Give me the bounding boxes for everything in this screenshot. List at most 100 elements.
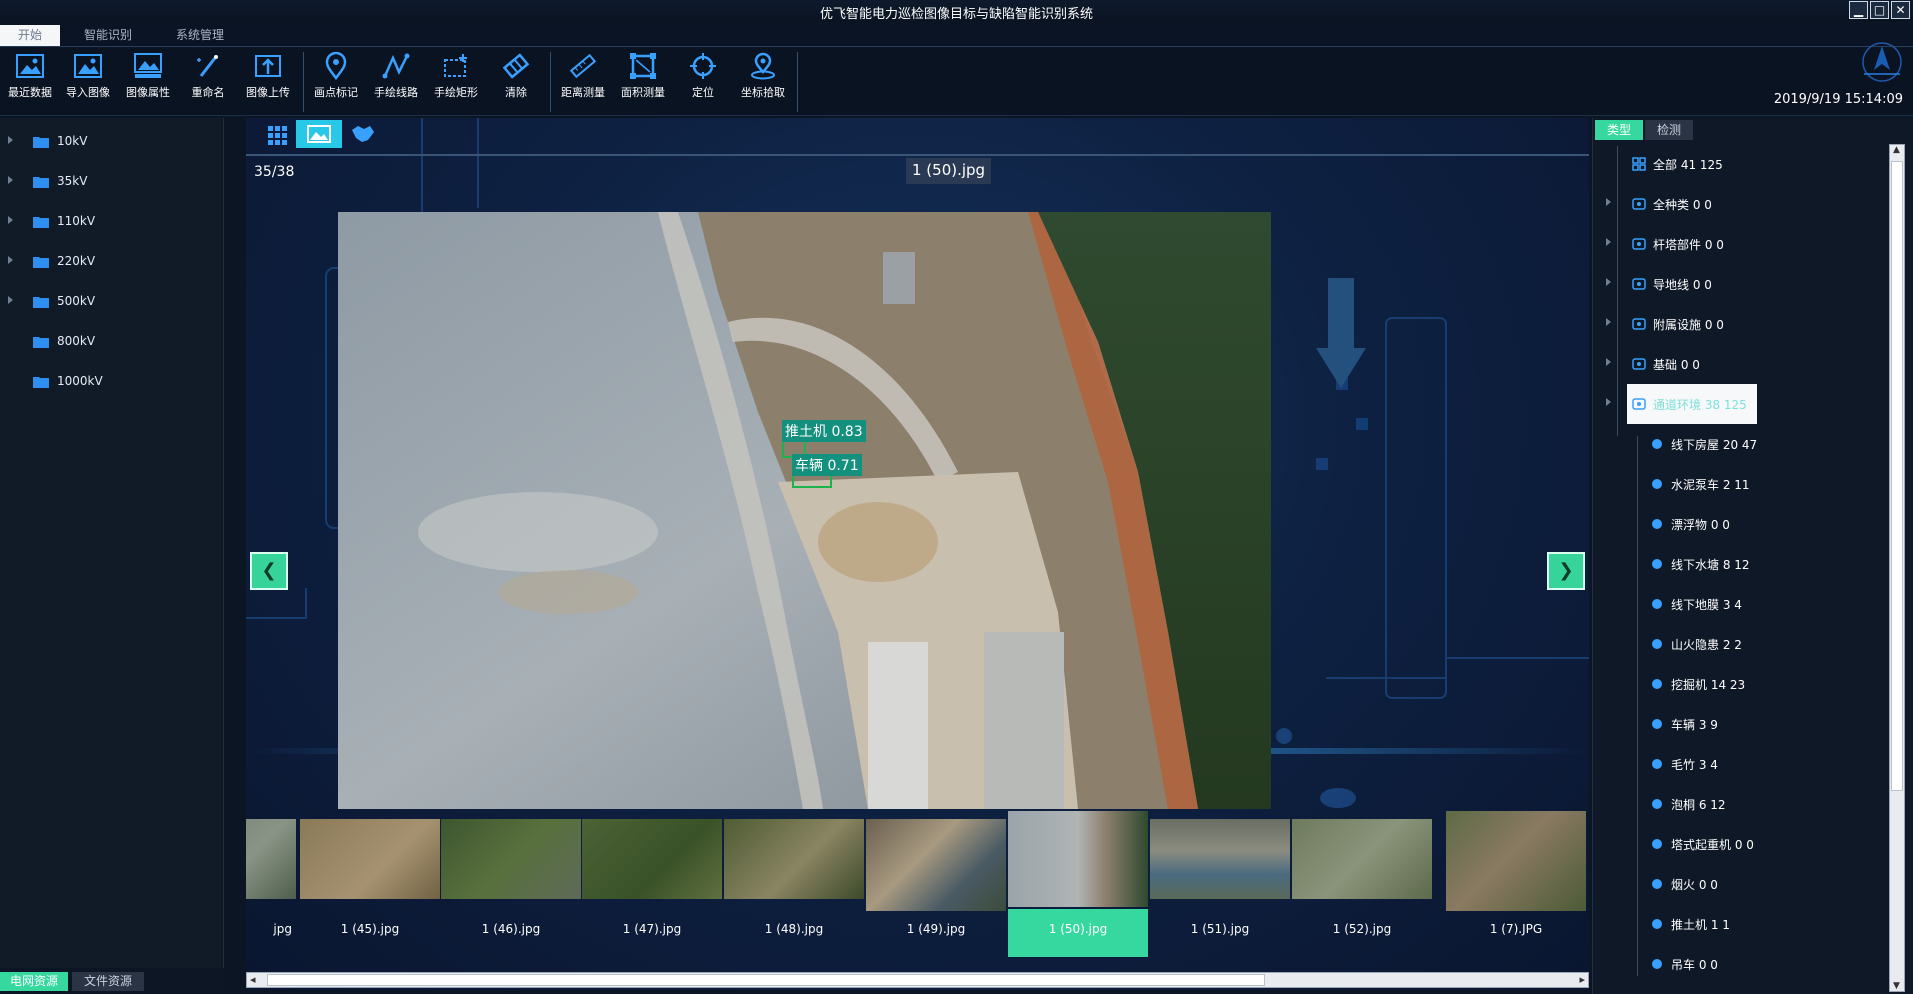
thumbnail[interactable]: 1 (47).jpg — [582, 811, 722, 957]
expand-arrow-icon[interactable] — [1606, 198, 1611, 206]
thumbnail[interactable]: 1 (52).jpg — [1292, 811, 1432, 957]
expand-arrow-icon[interactable] — [8, 256, 13, 264]
car-icon — [1652, 719, 1662, 729]
draw-line-button[interactable]: 手绘线路 — [366, 50, 426, 106]
expand-arrow-icon[interactable] — [1606, 358, 1611, 366]
category-item[interactable]: 导地线 0 0 — [1627, 270, 1712, 310]
upload-icon — [255, 55, 281, 77]
category-item[interactable]: 塔式起重机 0 0 — [1645, 830, 1754, 870]
menu-tab-smart-recognition[interactable]: 智能识别 — [72, 25, 144, 46]
category-item[interactable]: 杆塔部件 0 0 — [1627, 230, 1724, 270]
tab-detection[interactable]: 检测 — [1645, 120, 1693, 140]
category-item[interactable]: 毛竹 3 4 — [1645, 750, 1718, 790]
thumbnail[interactable]: jpg — [246, 811, 296, 957]
minimize-button[interactable]: ▁ — [1849, 1, 1868, 19]
image-properties-button[interactable]: 图像属性 — [118, 50, 178, 106]
tab-grid-resources[interactable]: 电网资源 — [0, 972, 68, 991]
tree-item-1000kv[interactable]: 1000kV — [0, 370, 224, 394]
main-image[interactable]: 推土机 0.83 车辆 0.71 — [338, 212, 1271, 809]
category-item[interactable]: 全部 41 125 — [1627, 150, 1723, 190]
prev-image-button[interactable]: ❮ — [250, 552, 288, 590]
recent-data-button[interactable]: 最近数据 — [0, 50, 60, 106]
category-item[interactable]: 山火隐患 2 2 — [1645, 630, 1742, 670]
thumbnail-selected[interactable]: 1 (50).jpg — [1008, 811, 1148, 957]
category-item[interactable]: 线下水塘 8 12 — [1645, 550, 1750, 590]
vertical-scrollbar[interactable]: ▲ ▼ — [1889, 144, 1905, 992]
tree-item-110kv[interactable]: 110kV — [0, 210, 224, 234]
coordinate-pick-button[interactable]: 坐标拾取 — [733, 50, 793, 106]
close-button[interactable]: ✕ — [1891, 1, 1910, 19]
thumbnail[interactable]: 1 (48).jpg — [724, 811, 864, 957]
category-item[interactable]: 漂浮物 0 0 — [1645, 510, 1730, 550]
tree-item-label: 800kV — [57, 334, 96, 348]
clear-button[interactable]: 清除 — [486, 50, 546, 106]
draw-rect-button[interactable]: 手绘矩形 — [426, 50, 486, 106]
category-item[interactable]: 吊车 0 0 — [1645, 950, 1718, 990]
expand-arrow-icon[interactable] — [8, 176, 13, 184]
thumbnail[interactable]: 1 (45).jpg — [300, 811, 440, 957]
category-label: 漂浮物 0 0 — [1671, 518, 1730, 532]
category-item[interactable]: 泡桐 6 12 — [1645, 790, 1726, 830]
app-window: 优飞智能电力巡检图像目标与缺陷智能识别系统 ▁ □ ✕ 开始 智能识别 系统管理… — [0, 0, 1913, 994]
recent-data-icon — [16, 54, 44, 78]
category-item[interactable]: 全种类 0 0 — [1627, 190, 1712, 230]
category-item[interactable]: 通道环境 38 125 — [1627, 384, 1757, 424]
image-view-button[interactable] — [296, 120, 342, 148]
category-item[interactable]: 挖掘机 14 23 — [1645, 670, 1745, 710]
image-properties-icon — [134, 53, 162, 78]
expand-arrow-icon[interactable] — [8, 296, 13, 304]
tab-type[interactable]: 类型 — [1595, 120, 1643, 140]
tree-item-10kv[interactable]: 10kV — [0, 130, 224, 154]
category-label: 推土机 1 1 — [1671, 918, 1730, 932]
scrollbar-thumb[interactable] — [267, 974, 1265, 986]
category-item[interactable]: 推土机 1 1 — [1645, 910, 1730, 950]
horizontal-scrollbar[interactable]: ◂ ▸ — [246, 972, 1589, 988]
category-label: 泡桐 6 12 — [1671, 798, 1726, 812]
coordinate-pick-icon — [751, 52, 775, 80]
tree-item-35kv[interactable]: 35kV — [0, 170, 224, 194]
menu-tab-system-management[interactable]: 系统管理 — [164, 25, 236, 46]
thumbnail[interactable]: 1 (49).jpg — [866, 811, 1006, 957]
upload-button[interactable]: 图像上传 — [238, 50, 298, 106]
expand-arrow-icon[interactable] — [1606, 278, 1611, 286]
expand-arrow-icon[interactable] — [8, 216, 13, 224]
tree-item-800kv[interactable]: 800kV — [0, 330, 224, 354]
fire-icon — [1652, 639, 1662, 649]
thumbnail[interactable]: 1 (7).JPG — [1446, 811, 1586, 957]
category-label: 全种类 0 0 — [1653, 198, 1712, 212]
draw-line-label: 手绘线路 — [374, 86, 418, 99]
category-item[interactable]: 附属设施 0 0 — [1627, 310, 1724, 350]
thumbnail[interactable]: 1 (51).jpg — [1150, 811, 1290, 957]
distance-measure-button[interactable]: 距离测量 — [553, 50, 613, 106]
category-item[interactable]: 水泥泵车 2 11 — [1645, 470, 1750, 510]
category-item[interactable]: 线下房屋 20 47 — [1645, 430, 1757, 470]
scrollbar-thumb[interactable] — [1891, 161, 1903, 791]
category-item[interactable]: 烟火 0 0 — [1645, 870, 1718, 910]
locate-button[interactable]: 定位 — [673, 50, 733, 106]
scroll-left-arrow-icon[interactable]: ◂ — [250, 973, 256, 986]
crane-icon — [1652, 839, 1662, 849]
expand-arrow-icon[interactable] — [1606, 238, 1611, 246]
scroll-up-arrow-icon[interactable]: ▲ — [1893, 145, 1900, 155]
tree-item-500kv[interactable]: 500kV — [0, 290, 224, 314]
scroll-down-arrow-icon[interactable]: ▼ — [1893, 981, 1900, 991]
maximize-button[interactable]: □ — [1870, 1, 1889, 19]
grid-view-button[interactable] — [254, 120, 300, 148]
scroll-right-arrow-icon[interactable]: ▸ — [1579, 973, 1585, 986]
point-marker-button[interactable]: 画点标记 — [306, 50, 366, 106]
next-image-button[interactable]: ❯ — [1547, 552, 1585, 590]
menu-tab-start[interactable]: 开始 — [0, 25, 60, 46]
expand-arrow-icon[interactable] — [1606, 398, 1611, 406]
map-view-button[interactable] — [340, 120, 386, 148]
rename-button[interactable]: 重命名 — [178, 50, 238, 106]
area-measure-button[interactable]: 面积测量 — [613, 50, 673, 106]
import-image-button[interactable]: 导入图像 — [58, 50, 118, 106]
expand-arrow-icon[interactable] — [8, 136, 13, 144]
tree-item-220kv[interactable]: 220kV — [0, 250, 224, 274]
expand-arrow-icon[interactable] — [1606, 318, 1611, 326]
smoke-icon — [1652, 879, 1662, 889]
thumbnail[interactable]: 1 (46).jpg — [441, 811, 581, 957]
tab-file-resources[interactable]: 文件资源 — [72, 972, 144, 991]
category-item[interactable]: 线下地膜 3 4 — [1645, 590, 1742, 630]
category-item[interactable]: 车辆 3 9 — [1645, 710, 1718, 750]
